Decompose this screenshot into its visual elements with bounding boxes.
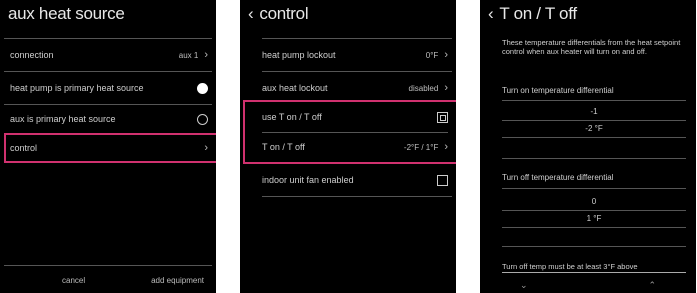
divider [502, 246, 686, 247]
ton-label: T on / T off [262, 142, 305, 152]
picker-line [502, 227, 686, 228]
indoor-label: indoor unit fan enabled [262, 175, 354, 185]
divider [4, 38, 212, 39]
title-text: T on / T off [499, 4, 577, 23]
picker-selected-value: -2 °F [585, 124, 603, 133]
scroll-arrows: ⌄ ⌃ [520, 280, 656, 291]
ton-toff-screen: ‹ T on / T off These temperature differen… [480, 0, 696, 293]
turn-off-picker[interactable]: 0 1 °F [502, 196, 686, 230]
divider [502, 188, 686, 189]
chevron-right-icon: › [204, 49, 208, 61]
option-label: heat pump is primary heat source [10, 83, 144, 93]
aux-primary-option[interactable]: aux is primary heat source [10, 104, 208, 134]
divider [262, 196, 452, 197]
aux-heat-lockout-row[interactable]: aux heat lockout disabled › [262, 73, 448, 103]
checkbox-checked-icon[interactable] [437, 111, 448, 123]
picker-line [502, 120, 686, 121]
back-chevron-icon[interactable]: ‹ [488, 4, 494, 24]
footer: cancel add equipment [0, 267, 216, 293]
control-row[interactable]: control › [10, 133, 208, 163]
use-ton-toff-row[interactable]: use T on / T off [262, 102, 448, 132]
divider [262, 38, 452, 39]
heat-pump-lockout-row[interactable]: heat pump lockout 0°F › [262, 40, 448, 70]
page-title: ‹ control [248, 4, 309, 24]
back-chevron-icon[interactable]: ‹ [248, 4, 254, 24]
radio-selected-icon[interactable] [197, 82, 208, 94]
chevron-up-icon[interactable]: ⌃ [648, 280, 656, 291]
picker-prev-value: -1 [590, 107, 598, 116]
warning-text: Turn off temp must be at least 3°F above [502, 262, 686, 273]
indoor-fan-row[interactable]: indoor unit fan enabled [262, 165, 448, 195]
turn-on-picker[interactable]: -1 -2 °F [502, 106, 686, 140]
use-ton-label: use T on / T off [262, 112, 322, 122]
divider [502, 100, 686, 101]
aux-lockout-label: aux heat lockout [262, 83, 328, 93]
turn-off-label: Turn off temperature differential [502, 173, 614, 182]
turn-on-label: Turn on temperature differential [502, 86, 614, 95]
radio-unselected-icon[interactable] [197, 113, 208, 125]
lockout-label: heat pump lockout [262, 50, 336, 60]
picker-prev-value: 0 [591, 197, 597, 206]
title-text: control [259, 4, 309, 23]
picker-line [502, 137, 686, 138]
chevron-right-icon: › [444, 82, 448, 94]
ton-toff-row[interactable]: T on / T off -2°F / 1°F › [262, 132, 448, 162]
aux-heat-source-screen: aux heat source connection aux 1 › heat … [0, 0, 216, 293]
aux-lockout-value: disabled [408, 83, 439, 93]
add-equipment-button[interactable]: add equipment [151, 276, 204, 285]
chevron-right-icon: › [444, 141, 448, 153]
ton-value: -2°F / 1°F [403, 142, 439, 152]
connection-label: connection [10, 50, 54, 60]
chevron-right-icon: › [204, 142, 208, 154]
divider [502, 158, 686, 159]
lockout-value: 0°F [425, 50, 439, 60]
picker-selected-value: 1 °F [586, 214, 602, 223]
control-label: control [10, 143, 38, 153]
cancel-button[interactable]: cancel [62, 276, 85, 285]
control-screen: ‹ control heat pump lockout 0°F › aux hea… [240, 0, 456, 293]
divider [262, 71, 452, 72]
divider [4, 265, 212, 266]
divider [4, 71, 212, 72]
connection-value: aux 1 [178, 50, 199, 60]
connection-row[interactable]: connection aux 1 › [10, 40, 208, 70]
heat-pump-primary-option[interactable]: heat pump is primary heat source [10, 73, 208, 103]
checkbox-unchecked-icon[interactable] [437, 174, 448, 186]
page-title: ‹ T on / T off [488, 4, 577, 24]
page-title: aux heat source [8, 4, 125, 23]
option-label: aux is primary heat source [10, 114, 116, 124]
picker-line [502, 210, 686, 211]
chevron-down-icon[interactable]: ⌄ [520, 280, 528, 291]
description-text: These temperature differentials from the… [502, 38, 681, 56]
chevron-right-icon: › [444, 49, 448, 61]
